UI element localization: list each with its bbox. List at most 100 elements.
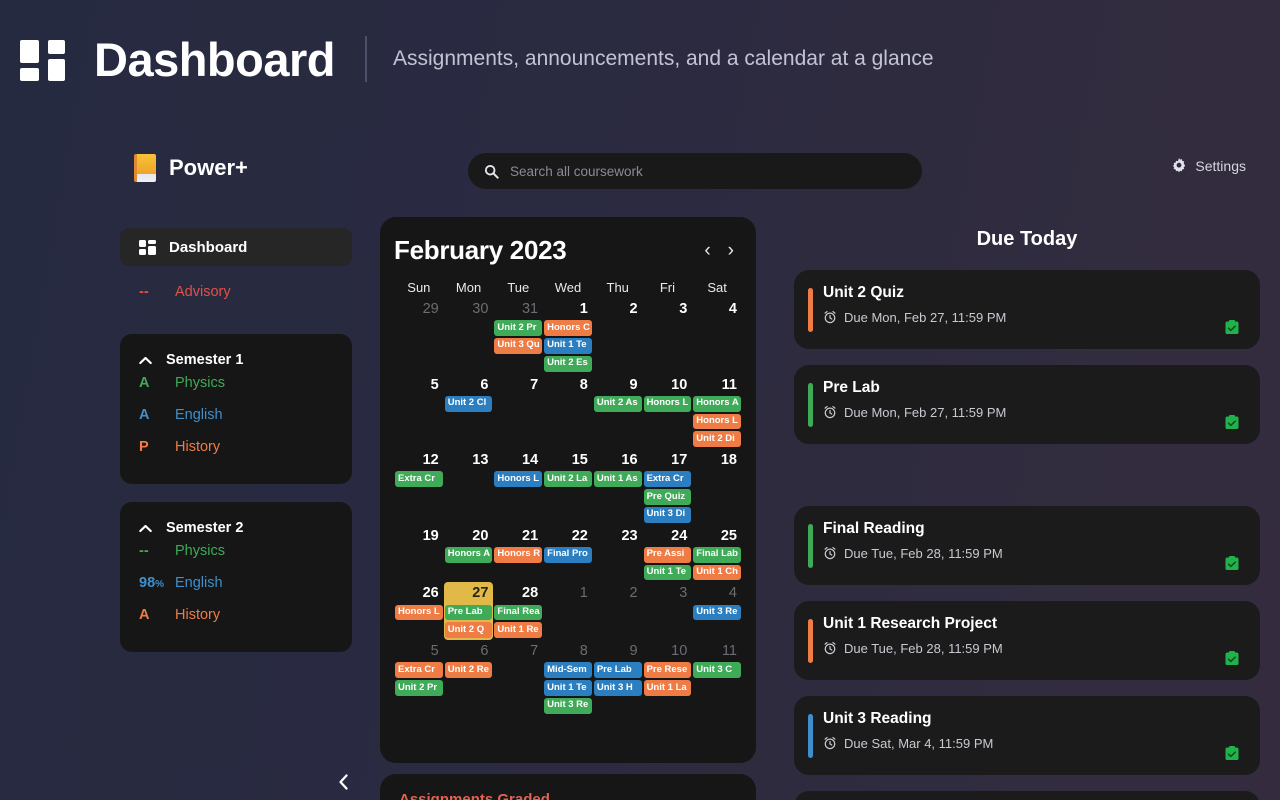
calendar-day-cell[interactable]: 5 Extra Cr Unit 2 Pr bbox=[394, 640, 444, 698]
calendar-event-chip[interactable]: Final Lab bbox=[693, 546, 741, 563]
calendar-day-cell[interactable]: 10 Pre Rese Unit 1 La bbox=[643, 640, 693, 698]
calendar-event-chip[interactable]: Unit 1 Re bbox=[494, 622, 543, 639]
calendar-event-chip[interactable]: Unit 1 Te bbox=[544, 337, 592, 354]
calendar-day-cell[interactable]: 10 Honors L bbox=[643, 374, 693, 414]
calendar-day-cell[interactable]: 4 Unit 3 Re bbox=[692, 582, 742, 622]
calendar-event-chip[interactable]: Final Pro bbox=[544, 546, 592, 563]
calendar-event-chip[interactable]: Honors C bbox=[544, 320, 592, 336]
calendar-day-cell[interactable]: 18 bbox=[692, 449, 742, 471]
calendar-day-cell[interactable]: 28 Final Rea Unit 1 Re bbox=[493, 582, 543, 640]
calendar-day-cell[interactable]: 30 bbox=[444, 298, 494, 320]
calendar-day-cell[interactable]: 23 bbox=[593, 525, 643, 547]
calendar-event-chip[interactable]: Honors L bbox=[643, 395, 692, 412]
due-today-item[interactable]: Pre Lab Due Mon, Feb 27, 11:59 PM bbox=[794, 365, 1260, 444]
calendar-event-chip[interactable]: Unit 1 As bbox=[593, 471, 642, 488]
calendar-event-chip[interactable]: Unit 3 Re bbox=[693, 604, 741, 621]
calendar-event-chip[interactable]: Unit 2 Cl bbox=[444, 395, 493, 412]
calendar-event-chip[interactable]: Unit 3 H bbox=[593, 680, 642, 696]
search-bar[interactable] bbox=[468, 153, 922, 189]
due-item-status-badge[interactable] bbox=[1225, 556, 1239, 576]
calendar-day-cell[interactable]: 24 Pre Assi Unit 1 Te bbox=[643, 525, 693, 583]
sidebar-collapse-button[interactable] bbox=[334, 771, 352, 793]
calendar-day-cell[interactable]: 8 bbox=[543, 374, 593, 396]
calendar-day-cell[interactable]: 26 Honors L bbox=[394, 582, 444, 622]
calendar-event-chip[interactable]: Unit 2 Es bbox=[544, 355, 592, 372]
calendar-day-cell[interactable]: 3 bbox=[643, 298, 693, 320]
assignments-graded-card[interactable]: Assignments Graded bbox=[380, 774, 756, 800]
calendar-event-chip[interactable]: Unit 3 Re bbox=[544, 697, 592, 714]
calendar-day-cell[interactable]: 29 bbox=[394, 298, 444, 320]
calendar-event-chip[interactable]: Unit 2 As bbox=[593, 395, 642, 412]
calendar-event-chip[interactable]: Extra Cr bbox=[643, 471, 692, 488]
calendar-day-cell[interactable]: 11 Unit 3 C bbox=[692, 640, 742, 680]
calendar-event-chip[interactable]: Unit 3 Di bbox=[643, 506, 692, 523]
calendar-day-cell[interactable]: 19 bbox=[394, 525, 444, 547]
calendar-day-cell[interactable]: 9 Pre Lab Unit 3 H bbox=[593, 640, 643, 698]
due-today-item[interactable]: Final Reading Due Tue, Feb 28, 11:59 PM bbox=[794, 506, 1260, 585]
calendar-next-button[interactable]: › bbox=[728, 241, 734, 260]
calendar-event-chip[interactable]: Unit 2 Q bbox=[444, 622, 493, 639]
brand[interactable]: Power+ bbox=[134, 154, 248, 182]
calendar-event-chip[interactable]: Unit 1 Ch bbox=[693, 564, 741, 581]
calendar-day-cell[interactable]: 17 Extra Cr Pre Quiz Unit 3 Di bbox=[643, 449, 693, 525]
sidebar-item-history[interactable]: A History bbox=[120, 607, 352, 639]
sidebar-item-advisory[interactable]: -- Advisory bbox=[120, 284, 352, 316]
calendar-day-cell[interactable]: 16 Unit 1 As bbox=[593, 449, 643, 489]
calendar-event-chip[interactable]: Pre Assi bbox=[643, 546, 692, 563]
sidebar-item-physics[interactable]: -- Physics bbox=[120, 543, 352, 575]
calendar-event-chip[interactable]: Honors A bbox=[444, 546, 493, 563]
sidebar-item-history[interactable]: P History bbox=[120, 439, 352, 471]
calendar-event-chip[interactable]: Pre Rese bbox=[643, 662, 692, 679]
calendar-event-chip[interactable]: Honors L bbox=[395, 604, 443, 621]
calendar-event-chip[interactable]: Unit 2 Pr bbox=[395, 680, 443, 696]
calendar-day-cell[interactable]: 6 Unit 2 Cl bbox=[444, 374, 494, 414]
semester-1-header[interactable]: Semester 1 bbox=[120, 345, 352, 375]
calendar-day-cell[interactable]: 1 bbox=[543, 582, 593, 604]
settings-button[interactable]: Settings bbox=[1171, 158, 1246, 174]
calendar-event-chip[interactable]: Honors A bbox=[693, 395, 741, 412]
due-today-item[interactable]: Unit 1 Research Project Due Tue, Feb 28, … bbox=[794, 601, 1260, 680]
calendar-event-chip[interactable]: Pre Lab bbox=[593, 662, 642, 679]
calendar-event-chip[interactable]: Unit 1 La bbox=[643, 680, 692, 696]
calendar-day-cell[interactable]: 4 bbox=[692, 298, 742, 320]
calendar-event-chip[interactable]: Unit 2 Pr bbox=[494, 320, 543, 336]
calendar-day-cell[interactable]: 1 Honors C Unit 1 Te Unit 2 Es bbox=[543, 298, 593, 374]
due-item-status-badge[interactable] bbox=[1225, 320, 1239, 340]
due-today-item[interactable]: Unit 2 Project bbox=[794, 791, 1260, 800]
due-today-item[interactable]: Unit 3 Reading Due Sat, Mar 4, 11:59 PM bbox=[794, 696, 1260, 775]
calendar-day-cell[interactable]: 7 bbox=[493, 374, 543, 396]
calendar-event-chip[interactable]: Mid-Sem bbox=[544, 662, 592, 679]
calendar-event-chip[interactable]: Honors L bbox=[693, 413, 741, 430]
calendar-day-cell[interactable]: 15 Unit 2 La bbox=[543, 449, 593, 489]
sidebar-item-physics[interactable]: A Physics bbox=[120, 375, 352, 407]
calendar-day-cell[interactable]: 9 Unit 2 As bbox=[593, 374, 643, 414]
due-item-status-badge[interactable] bbox=[1225, 651, 1239, 671]
calendar-event-chip[interactable]: Unit 1 Te bbox=[544, 680, 592, 696]
calendar-event-chip[interactable]: Unit 1 Te bbox=[643, 564, 692, 581]
calendar-day-cell[interactable]: 13 bbox=[444, 449, 494, 471]
sidebar-item-english[interactable]: 98% English bbox=[120, 575, 352, 607]
sidebar-item-dashboard[interactable]: Dashboard bbox=[120, 228, 352, 266]
calendar-day-cell[interactable]: 11 Honors A Honors L Unit 2 Di bbox=[692, 374, 742, 450]
calendar-day-cell[interactable]: 2 bbox=[593, 298, 643, 320]
calendar-event-chip[interactable]: Unit 3 C bbox=[693, 662, 741, 679]
calendar-day-cell[interactable]: 14 Honors L bbox=[493, 449, 543, 489]
calendar-day-today[interactable]: 27 Pre Lab Unit 2 Q bbox=[443, 582, 494, 641]
calendar-day-cell[interactable]: 22 Final Pro bbox=[543, 525, 593, 565]
calendar-day-cell[interactable]: 20 Honors A bbox=[444, 525, 494, 565]
calendar-day-cell[interactable]: 12 Extra Cr bbox=[394, 449, 444, 489]
calendar-day-cell[interactable]: 8 Mid-Sem Unit 1 Te Unit 3 Re bbox=[543, 640, 593, 716]
calendar-day-cell[interactable]: 31 Unit 2 Pr Unit 3 Qu bbox=[493, 298, 543, 356]
calendar-day-cell[interactable]: 6 Unit 2 Re bbox=[444, 640, 494, 680]
calendar-event-chip[interactable]: Unit 2 Re bbox=[444, 662, 493, 679]
calendar-prev-button[interactable]: ‹ bbox=[704, 241, 710, 260]
calendar-event-chip[interactable]: Unit 2 Di bbox=[693, 431, 741, 448]
calendar-day-cell[interactable]: 7 bbox=[493, 640, 543, 662]
calendar-day-cell[interactable]: 3 bbox=[643, 582, 693, 604]
calendar-event-chip[interactable]: Unit 2 La bbox=[544, 471, 592, 488]
sidebar-item-english[interactable]: A English bbox=[120, 407, 352, 439]
calendar-event-chip[interactable]: Pre Lab bbox=[444, 604, 493, 621]
calendar-day-cell[interactable]: 25 Final Lab Unit 1 Ch bbox=[692, 525, 742, 583]
calendar-day-cell[interactable]: 5 bbox=[394, 374, 444, 396]
calendar-event-chip[interactable]: Unit 3 Qu bbox=[494, 337, 543, 354]
